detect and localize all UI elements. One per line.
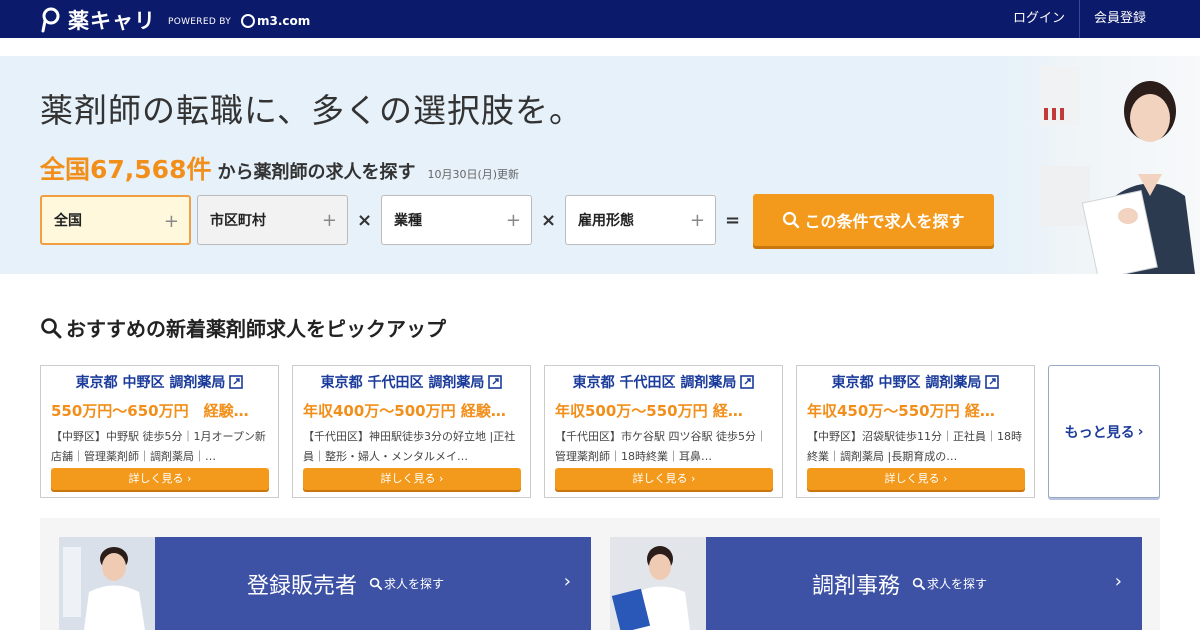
chevron-right-icon: › bbox=[563, 571, 571, 592]
plus-icon: + bbox=[321, 210, 337, 231]
job-card-salary: 年収500万〜550万円 経… bbox=[555, 402, 743, 420]
details-button[interactable]: 詳しく見る › bbox=[555, 468, 773, 490]
employment-label: 雇用形態 bbox=[578, 213, 634, 229]
hero-section: 薬剤師の転職に、多くの選択肢を。 全国67,568件 から薬剤師の求人を探す 1… bbox=[0, 56, 1200, 274]
pharmacist-illustration bbox=[1040, 66, 1195, 274]
job-card-salary: 550万円〜650万円 経験… bbox=[51, 402, 249, 420]
chevron-right-icon: › bbox=[1114, 571, 1122, 592]
site-header: 薬キャリ POWERED BY m3.com ログイン 会員登録 bbox=[0, 0, 1200, 38]
search-icon bbox=[783, 211, 800, 229]
industry-select[interactable]: 業種 + bbox=[381, 195, 532, 245]
job-card-description: 【千代田区】市ケ谷駅 四ツ谷駅 徒歩5分｜管理薬剤師｜18時終業｜耳鼻… bbox=[555, 430, 767, 463]
medical-clerk-panel[interactable]: 調剤事務 求人を探す › bbox=[610, 537, 1142, 630]
site-logo[interactable]: 薬キャリ POWERED BY m3.com bbox=[40, 5, 310, 35]
job-card-description: 【中野区】沼袋駅徒歩11分｜正社員｜18時終業｜調剤薬局 |長期育成の… bbox=[807, 430, 1022, 463]
panel-search-label: 求人を探す bbox=[927, 577, 988, 591]
search-button[interactable]: この条件で求人を探す bbox=[753, 194, 994, 246]
plus-icon: + bbox=[163, 211, 179, 232]
category-panels: 登録販売者 求人を探す › 調剤事務 求人を探す › bbox=[40, 518, 1160, 630]
staff-illustration bbox=[59, 537, 155, 630]
job-card-description: 【中野区】中野駅 徒歩5分｜1月オープン新店舗｜管理薬剤師｜調剤薬局｜… bbox=[51, 430, 266, 463]
job-card-title-text: 東京都 千代田区 調剤薬局 bbox=[320, 375, 485, 391]
hero-sub-text: から薬剤師の求人を探す bbox=[217, 162, 416, 183]
job-card[interactable]: 東京都 中野区 調剤薬局 年収450万〜550万円 経… 【中野区】沼袋駅徒歩1… bbox=[796, 365, 1035, 498]
powered-by-label: POWERED BY bbox=[168, 17, 232, 27]
details-button-label: 詳しく見る bbox=[884, 472, 940, 485]
login-link[interactable]: ログイン bbox=[999, 0, 1079, 38]
plus-icon: + bbox=[505, 210, 521, 231]
update-date: 10月30日(月)更新 bbox=[427, 168, 520, 181]
prefecture-select[interactable]: 全国 + bbox=[40, 195, 191, 245]
city-label: 市区町村 bbox=[210, 213, 266, 229]
header-nav: ログイン 会員登録 bbox=[999, 0, 1160, 38]
job-card-title-text: 東京都 中野区 調剤薬局 bbox=[75, 375, 226, 391]
job-card-salary: 年収400万〜500万円 経験… bbox=[303, 402, 506, 420]
job-card-title-text: 東京都 中野区 調剤薬局 bbox=[831, 375, 982, 391]
panel-search-link[interactable]: 求人を探す bbox=[912, 575, 987, 592]
logo-text: 薬キャリ bbox=[68, 9, 156, 33]
register-link[interactable]: 会員登録 bbox=[1080, 0, 1160, 38]
equals-operator: = bbox=[724, 209, 741, 231]
job-card-title[interactable]: 東京都 中野区 調剤薬局 bbox=[41, 372, 278, 392]
plus-icon: + bbox=[689, 210, 705, 231]
external-link-icon bbox=[740, 375, 755, 389]
hero-subtitle: 全国67,568件 から薬剤師の求人を探す 10月30日(月)更新 bbox=[40, 150, 519, 186]
registered-seller-panel[interactable]: 登録販売者 求人を探す › bbox=[59, 537, 591, 630]
external-link-icon bbox=[229, 375, 244, 389]
m3-circle-icon bbox=[241, 14, 256, 28]
job-card[interactable]: 東京都 千代田区 調剤薬局 年収400万〜500万円 経験… 【千代田区】神田駅… bbox=[292, 365, 531, 498]
prefecture-label: 全国 bbox=[54, 213, 82, 229]
job-card[interactable]: 東京都 中野区 調剤薬局 550万円〜650万円 経験… 【中野区】中野駅 徒歩… bbox=[40, 365, 279, 498]
pharmacist-photo bbox=[1000, 56, 1200, 274]
chevron-right-icon: › bbox=[1137, 423, 1144, 440]
medical-clerk-photo bbox=[610, 537, 706, 630]
external-link-icon bbox=[488, 375, 503, 389]
search-button-label: この条件で求人を探す bbox=[804, 212, 965, 231]
section-title-text: おすすめの新着薬剤師求人をピックアップ bbox=[66, 317, 446, 341]
panel-label: 調剤事務 bbox=[812, 573, 901, 599]
see-more-button[interactable]: もっと見る › bbox=[1048, 365, 1160, 498]
details-button-label: 詳しく見る bbox=[128, 472, 184, 485]
industry-label: 業種 bbox=[394, 213, 422, 229]
job-card-description: 【千代田区】神田駅徒歩3分の好立地 |正社員｜整形・婦人・メンタルメイ… bbox=[303, 430, 516, 463]
job-card-salary: 年収450万〜550万円 経… bbox=[807, 402, 995, 420]
panel-search-label: 求人を探す bbox=[384, 577, 445, 591]
city-select[interactable]: 市区町村 + bbox=[197, 195, 348, 245]
panel-search-link[interactable]: 求人を探す bbox=[369, 575, 444, 592]
search-icon bbox=[369, 577, 383, 590]
job-card-title[interactable]: 東京都 千代田区 調剤薬局 bbox=[545, 372, 782, 392]
staff-illustration bbox=[610, 537, 706, 630]
times-operator: × bbox=[356, 209, 373, 231]
partner-name: m3.com bbox=[257, 14, 311, 28]
job-count: 全国67,568件 bbox=[40, 155, 212, 184]
panel-label: 登録販売者 bbox=[247, 573, 358, 599]
details-button[interactable]: 詳しく見る › bbox=[807, 468, 1025, 490]
logo-pill-icon bbox=[41, 7, 60, 33]
search-filter-row: 全国 + 市区町村 + × 業種 + × 雇用形態 + = この条件で求人を探す bbox=[40, 194, 994, 246]
times-operator: × bbox=[540, 209, 557, 231]
see-more-label: もっと見る bbox=[1064, 424, 1135, 441]
partner-logo: m3.com bbox=[241, 14, 310, 28]
job-card-title-text: 東京都 千代田区 調剤薬局 bbox=[572, 375, 737, 391]
search-icon bbox=[912, 577, 926, 590]
details-button[interactable]: 詳しく見る › bbox=[303, 468, 521, 490]
registered-seller-photo bbox=[59, 537, 155, 630]
job-card[interactable]: 東京都 千代田区 調剤薬局 年収500万〜550万円 経… 【千代田区】市ケ谷駅… bbox=[544, 365, 783, 498]
job-card-list: 東京都 中野区 調剤薬局 550万円〜650万円 経験… 【中野区】中野駅 徒歩… bbox=[40, 365, 1160, 498]
external-link-icon bbox=[985, 375, 1000, 389]
job-card-title[interactable]: 東京都 中野区 調剤薬局 bbox=[797, 372, 1034, 392]
section-title: おすすめの新着薬剤師求人をピックアップ bbox=[40, 313, 446, 342]
search-icon bbox=[41, 317, 62, 338]
details-button-label: 詳しく見る bbox=[632, 472, 688, 485]
hero-title: 薬剤師の転職に、多くの選択肢を。 bbox=[40, 91, 584, 130]
job-card-title[interactable]: 東京都 千代田区 調剤薬局 bbox=[293, 372, 530, 392]
details-button-label: 詳しく見る bbox=[380, 472, 436, 485]
details-button[interactable]: 詳しく見る › bbox=[51, 468, 269, 490]
employment-select[interactable]: 雇用形態 + bbox=[565, 195, 716, 245]
